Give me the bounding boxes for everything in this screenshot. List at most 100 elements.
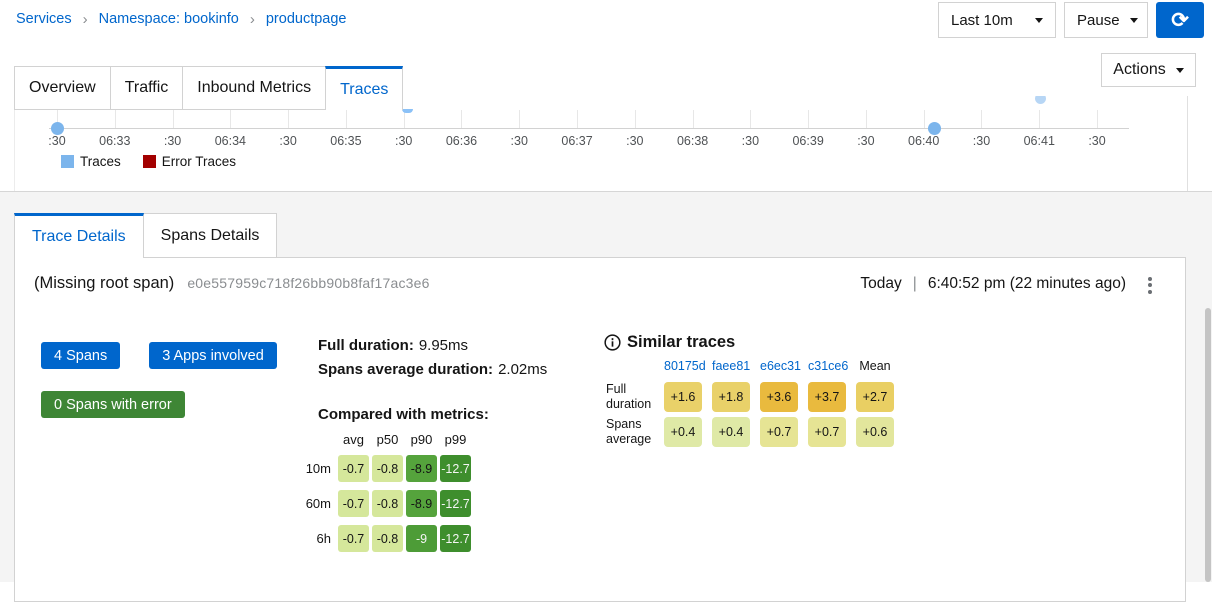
axis-tick-label: :30	[838, 134, 894, 148]
matrix-row-label-10m: 10m	[293, 461, 335, 476]
tab-traffic[interactable]: Traffic	[110, 66, 184, 110]
similar-cell: +0.4	[664, 417, 702, 447]
trace-id: e0e557959c718f26bb90b8faf17ac3e6	[187, 275, 429, 291]
similar-cell: +1.6	[664, 382, 702, 412]
full-duration-label: Full duration:	[318, 337, 414, 354]
axis-tick-label: 06:34	[202, 134, 258, 148]
similar-cell: +0.4	[712, 417, 750, 447]
axis-tick	[808, 110, 809, 128]
x-axis-line	[49, 128, 1129, 129]
axis-tick	[981, 110, 982, 128]
matrix-cell: -0.7	[338, 490, 369, 517]
axis-tick-label: 06:39	[780, 134, 836, 148]
span-chips: 4 Spans3 Apps involved 0 Spans with error	[41, 342, 277, 440]
similar-cell: +3.6	[760, 382, 798, 412]
trace-date: Today	[860, 275, 901, 293]
similar-cell: +0.7	[760, 417, 798, 447]
axis-tick-label: :30	[145, 134, 201, 148]
chip-row: 4 Spans3 Apps involved	[41, 342, 277, 369]
trace-time: 6:40:52 pm (22 minutes ago)	[928, 275, 1126, 293]
axis-tick	[1039, 110, 1040, 128]
similar-trace-link-80175d[interactable]: 80175d	[664, 359, 702, 377]
traces-timeline-chart: TracesError Traces :3006:33:3006:34:3006…	[14, 96, 1188, 191]
similar-corner	[606, 373, 654, 377]
axis-tick-label: 06:40	[896, 134, 952, 148]
breadcrumb-item-productpage[interactable]: productpage	[266, 11, 347, 27]
axis-tick-label: :30	[491, 134, 547, 148]
legend-label: Traces	[80, 154, 121, 169]
chart-legend: Traces Error Traces	[61, 154, 236, 169]
axis-tick	[461, 110, 462, 128]
trace-point[interactable]	[51, 122, 64, 135]
trace-point[interactable]	[928, 122, 941, 135]
similar-cell: +2.7	[856, 382, 894, 412]
matrix-row-label-60m: 60m	[293, 496, 335, 511]
chevron-down-icon	[1035, 18, 1043, 23]
refresh-button[interactable]: ⟳	[1156, 2, 1204, 38]
matrix-cell: -12.7	[440, 490, 471, 517]
vertical-scrollbar[interactable]	[1205, 308, 1211, 582]
trace-subtabs: Trace DetailsSpans Details	[14, 213, 277, 258]
legend-swatch	[61, 155, 74, 168]
chip-3-apps-involved: 3 Apps involved	[149, 342, 277, 369]
legend-swatch	[143, 155, 156, 168]
breadcrumb: Services›Namespace: bookinfo›productpage	[16, 11, 346, 27]
similar-row-label-spans-average: Spans average	[606, 417, 654, 447]
chip-0-spans-with-error: 0 Spans with error	[41, 391, 185, 418]
legend-item-traces[interactable]: Traces	[61, 154, 121, 169]
matrix-cell: -12.7	[440, 455, 471, 482]
subtab-spans-details[interactable]: Spans Details	[143, 213, 278, 258]
matrix-cell: -9	[406, 525, 437, 552]
matrix-cell: -12.7	[440, 525, 471, 552]
axis-tick	[519, 110, 520, 128]
metrics-comparison-matrix: avgp50p90p9910m-0.7-0.8-8.9-12.760m-0.7-…	[293, 432, 471, 552]
kebab-menu-icon[interactable]	[1139, 272, 1161, 298]
service-tabs: OverviewTrafficInbound MetricsTraces	[14, 66, 403, 110]
axis-tick	[750, 110, 751, 128]
compared-with-metrics-label: Compared with metrics:	[318, 406, 489, 423]
axis-tick-label: 06:36	[433, 134, 489, 148]
axis-tick	[173, 110, 174, 128]
breadcrumb-item-namespace-bookinfo[interactable]: Namespace: bookinfo	[99, 11, 239, 27]
similar-cell: +0.7	[808, 417, 846, 447]
actions-label: Actions	[1113, 61, 1165, 79]
tab-overview[interactable]: Overview	[14, 66, 111, 110]
axis-tick	[230, 110, 231, 128]
axis-tick	[635, 110, 636, 128]
legend-item-error-traces[interactable]: Error Traces	[143, 154, 236, 169]
tab-traces[interactable]: Traces	[325, 66, 403, 110]
matrix-col-p90: p90	[406, 432, 437, 447]
axis-tick	[866, 110, 867, 128]
actions-dropdown[interactable]: Actions	[1101, 53, 1196, 87]
axis-tick	[288, 110, 289, 128]
axis-tick	[115, 110, 116, 128]
similar-trace-link-faee81[interactable]: faee81	[712, 359, 750, 377]
similar-trace-link-c31ce6[interactable]: c31ce6	[808, 359, 846, 377]
similar-trace-link-e6ec31[interactable]: e6ec31	[760, 359, 798, 377]
chevron-down-icon	[1130, 18, 1138, 23]
matrix-cell: -0.8	[372, 525, 403, 552]
subtab-trace-details[interactable]: Trace Details	[14, 213, 144, 258]
axis-tick-label: :30	[1069, 134, 1125, 148]
axis-tick-label: :30	[722, 134, 778, 148]
matrix-col-p99: p99	[440, 432, 471, 447]
matrix-cell: -0.8	[372, 490, 403, 517]
similar-cell: +0.6	[856, 417, 894, 447]
axis-tick-label: :30	[29, 134, 85, 148]
chip-row: 0 Spans with error	[41, 391, 277, 418]
info-icon	[604, 334, 621, 351]
breadcrumb-item-services[interactable]: Services	[16, 11, 72, 27]
refresh-interval-select[interactable]: Pause	[1064, 2, 1148, 38]
axis-tick	[924, 110, 925, 128]
duration-select[interactable]: Last 10m	[938, 2, 1056, 38]
matrix-cell: -8.9	[406, 455, 437, 482]
similar-row-label-full-duration: Full duration	[606, 382, 654, 412]
axis-tick-label: 06:41	[1011, 134, 1067, 148]
matrix-col-p50: p50	[372, 432, 403, 447]
axis-tick-label: :30	[260, 134, 316, 148]
tab-inbound-metrics[interactable]: Inbound Metrics	[182, 66, 326, 110]
axis-tick	[346, 110, 347, 128]
similar-cell: +3.7	[808, 382, 846, 412]
date-time-separator: |	[913, 275, 917, 293]
breadcrumb-separator: ›	[83, 12, 88, 27]
